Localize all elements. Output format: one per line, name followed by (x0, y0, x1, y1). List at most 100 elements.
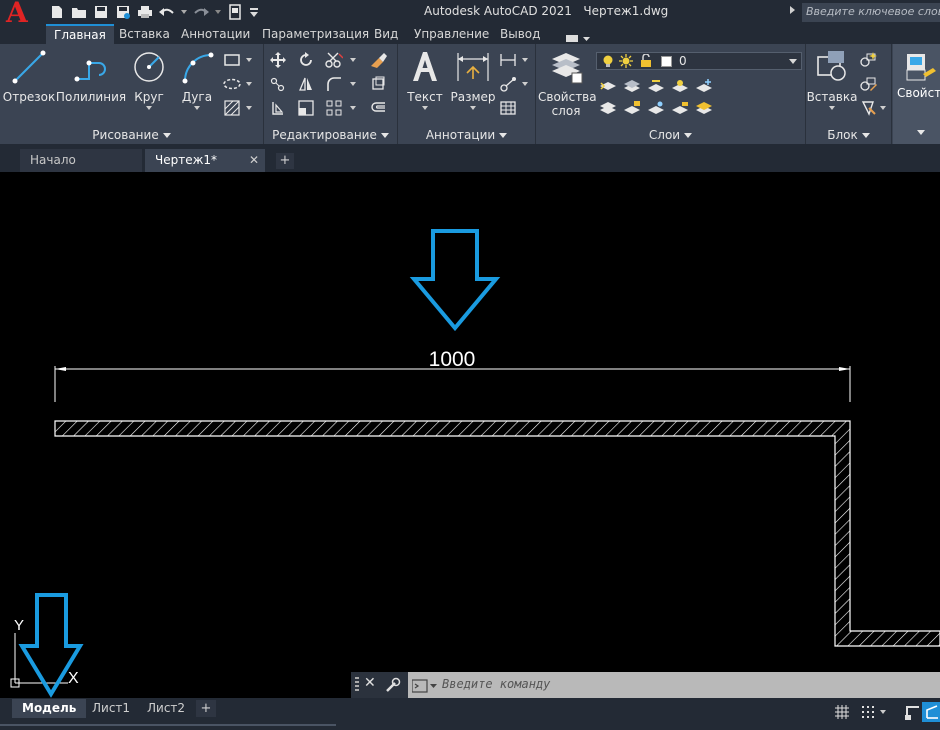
circle-dropdown-icon[interactable] (146, 106, 152, 110)
drag-handle-icon[interactable] (355, 677, 359, 693)
trim-icon[interactable] (324, 50, 344, 70)
ellipse-dropdown-icon[interactable] (246, 82, 252, 86)
search-expand-icon[interactable] (790, 6, 795, 14)
undo-icon[interactable] (158, 3, 176, 21)
save-icon[interactable] (92, 3, 110, 21)
layer-thaw-icon[interactable] (619, 54, 633, 71)
layer-on-icon[interactable] (601, 54, 615, 71)
layer-walk-icon[interactable] (646, 98, 666, 118)
layout-tab-model[interactable]: Модель (12, 699, 87, 718)
panel-annotation-title[interactable]: Аннотации (398, 128, 535, 142)
layer-properties-button[interactable]: Свойства слоя (538, 48, 597, 118)
redo-dropdown-icon[interactable] (214, 3, 222, 21)
circle-button[interactable]: Круг (128, 48, 170, 110)
grid-icon[interactable] (832, 702, 852, 722)
fillet-dropdown-icon[interactable] (350, 82, 356, 86)
print-icon[interactable] (136, 3, 154, 21)
new-layout-button[interactable]: + (196, 700, 216, 717)
edit-block-icon[interactable] (858, 74, 878, 94)
close-icon[interactable]: ✕ (249, 149, 259, 172)
layout-tab-sheet2[interactable]: Лист2 (137, 699, 195, 718)
polyline-button[interactable]: Полилиния (56, 48, 126, 104)
hatched-wall-profile[interactable] (54, 420, 940, 647)
block-attributes-dropdown-icon[interactable] (880, 106, 886, 110)
copy-icon[interactable] (268, 74, 288, 94)
panel-layers-title[interactable]: Слои (536, 128, 805, 142)
layer-previous-icon[interactable] (646, 76, 666, 96)
linear-dimension-dropdown-icon[interactable] (522, 58, 528, 62)
panel-modify-title[interactable]: Редактирование (264, 128, 397, 142)
snap-dropdown-icon[interactable] (878, 702, 888, 722)
insert-block-dropdown-icon[interactable] (829, 106, 835, 110)
customize-qat-icon[interactable] (248, 3, 260, 21)
erase-icon[interactable] (368, 50, 388, 70)
table-icon[interactable] (498, 98, 518, 118)
scale-icon[interactable] (296, 98, 316, 118)
tab-home[interactable]: Главная (46, 24, 114, 44)
trim-dropdown-icon[interactable] (350, 58, 356, 62)
undo-dropdown-icon[interactable] (180, 3, 188, 21)
array-icon[interactable] (324, 98, 344, 118)
workspace-icon[interactable] (226, 3, 244, 21)
layer-off-icon[interactable] (598, 98, 618, 118)
array-dropdown-icon[interactable] (350, 106, 356, 110)
command-close-icon[interactable]: ✕ (364, 675, 376, 691)
layer-unlock-icon[interactable] (639, 53, 653, 71)
properties-expand-icon[interactable] (917, 130, 925, 135)
layer-dropdown-arrow-icon[interactable] (789, 59, 797, 64)
command-input[interactable]: Введите команду (442, 677, 550, 691)
layer-isolate-icon[interactable] (670, 76, 690, 96)
text-dropdown-icon[interactable] (422, 106, 428, 110)
tab-parametric[interactable]: Параметризация (254, 24, 377, 44)
panel-draw-title[interactable]: Рисование (0, 128, 263, 142)
redo-icon[interactable] (192, 3, 210, 21)
arc-button[interactable]: Дуга (176, 48, 218, 110)
layout-tab-sheet1[interactable]: Лист1 (82, 699, 140, 718)
tab-manage[interactable]: Управление (406, 24, 497, 44)
command-history-icon[interactable] (411, 678, 438, 697)
fillet-icon[interactable] (324, 74, 344, 94)
panel-block-title[interactable]: Блок (806, 128, 891, 142)
dimension-1000[interactable]: 1000 (54, 348, 851, 402)
stretch-icon[interactable] (268, 98, 288, 118)
leader-icon[interactable] (498, 74, 518, 94)
rectangle-dropdown-icon[interactable] (246, 58, 252, 62)
doc-tab-start[interactable]: Начало (20, 149, 142, 172)
dimension-dropdown-icon[interactable] (470, 106, 476, 110)
tab-view[interactable]: Вид (366, 24, 406, 44)
tab-output[interactable]: Вывод (492, 24, 548, 44)
tab-annotate[interactable]: Аннотации (173, 24, 258, 44)
linear-dimension-icon[interactable] (498, 50, 518, 70)
ortho-mode-icon[interactable] (902, 702, 922, 722)
create-block-icon[interactable] (858, 50, 878, 70)
hatch-dropdown-icon[interactable] (246, 106, 252, 110)
rectangle-icon[interactable] (222, 50, 242, 70)
arc-dropdown-icon[interactable] (194, 106, 200, 110)
text-button[interactable]: Текст (402, 48, 448, 110)
insert-block-button[interactable]: Вставка (807, 48, 857, 110)
move-icon[interactable] (268, 50, 288, 70)
layer-lock-icon[interactable] (622, 98, 642, 118)
new-tab-button[interactable]: + (276, 153, 294, 169)
doc-tab-drawing1[interactable]: Чертеж1* ✕ (145, 149, 265, 172)
open-folder-icon[interactable] (70, 3, 88, 21)
snap-mode-icon[interactable] (858, 702, 878, 722)
layer-color-swatch[interactable] (661, 56, 672, 67)
hatch-icon[interactable] (222, 98, 242, 118)
command-line-grip[interactable]: ✕ (351, 672, 408, 698)
tab-insert[interactable]: Вставка (111, 24, 178, 44)
rotate-icon[interactable] (296, 50, 316, 70)
make-current-layer-icon[interactable] (598, 76, 618, 96)
search-input[interactable]: Введите ключевое слово/фразу (802, 3, 940, 22)
ellipse-icon[interactable] (222, 74, 242, 94)
properties-button[interactable]: Свойства (893, 44, 940, 144)
leader-dropdown-icon[interactable] (522, 82, 528, 86)
line-button[interactable]: Отрезок (3, 48, 55, 104)
layer-freeze-icon[interactable] (694, 76, 714, 96)
block-attributes-icon[interactable] (858, 98, 878, 118)
command-line[interactable]: Введите команду (408, 672, 940, 698)
mirror-icon[interactable] (296, 74, 316, 94)
explode-icon[interactable] (368, 74, 388, 94)
offset-icon[interactable] (368, 98, 388, 118)
new-file-icon[interactable] (48, 3, 66, 21)
